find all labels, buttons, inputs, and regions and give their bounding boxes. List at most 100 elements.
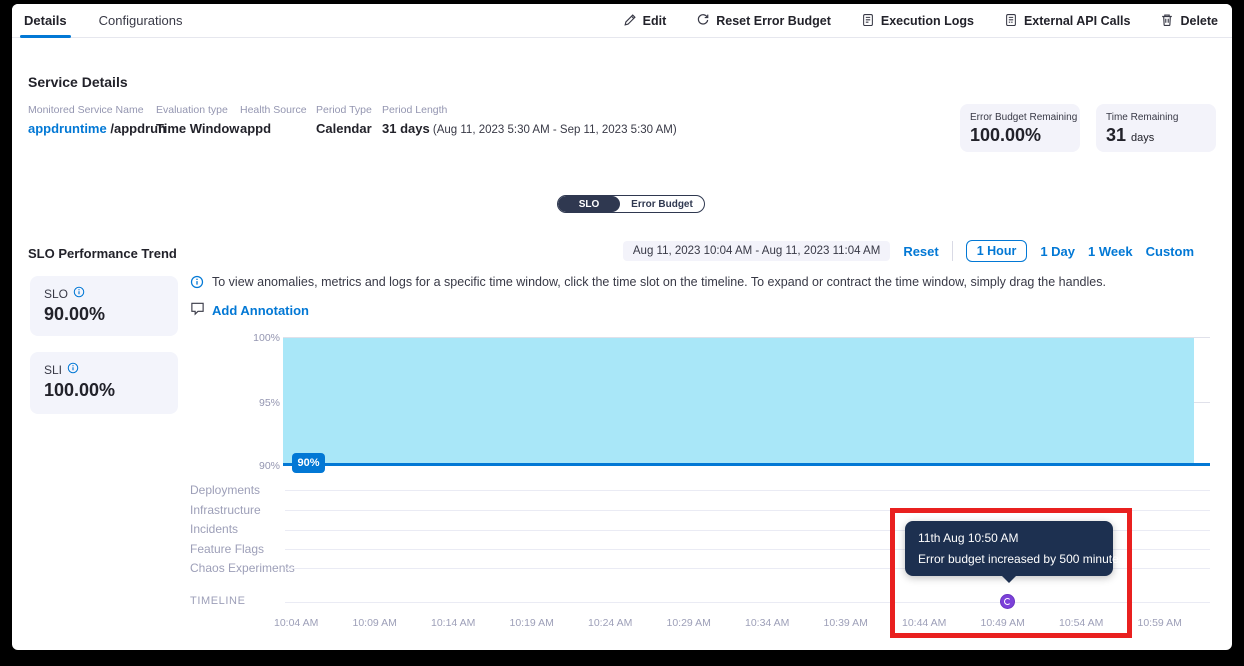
x-tick: 10:19 AM bbox=[510, 617, 554, 629]
card-label: Time Remaining bbox=[1106, 112, 1206, 123]
reset-error-budget-label: Reset Error Budget bbox=[716, 14, 831, 28]
field-value: appdruntime /appdrun bbox=[28, 121, 166, 136]
monitored-service-link[interactable]: appdruntime bbox=[28, 121, 107, 136]
slo-details-page: Details Configurations Edit Reset Error … bbox=[12, 4, 1232, 650]
sli-label: SLI bbox=[44, 363, 62, 377]
time-remaining-card: Time Remaining 31 days bbox=[1096, 104, 1216, 152]
period-length-dates: (Aug 11, 2023 5:30 AM - Sep 11, 2023 5:3… bbox=[430, 124, 677, 136]
divider bbox=[952, 241, 953, 261]
delete-button[interactable]: Delete bbox=[1160, 13, 1218, 30]
info-text: To view anomalies, metrics and logs for … bbox=[212, 275, 1106, 289]
field-label: Monitored Service Name bbox=[28, 104, 166, 116]
header-bar: Details Configurations Edit Reset Error … bbox=[12, 4, 1232, 38]
x-tick: 10:29 AM bbox=[667, 617, 711, 629]
track-label-deployments: Deployments bbox=[190, 483, 260, 497]
slo-performance-trend-title: SLO Performance Trend bbox=[28, 246, 177, 261]
edit-button[interactable]: Edit bbox=[623, 13, 667, 30]
execution-logs-label: Execution Logs bbox=[881, 14, 974, 28]
toggle-error-budget[interactable]: Error Budget bbox=[620, 196, 704, 212]
track-label-infrastructure: Infrastructure bbox=[190, 503, 261, 517]
delete-label: Delete bbox=[1180, 14, 1218, 28]
time-remaining-number: 31 bbox=[1106, 125, 1126, 145]
period-length-value: 31 days bbox=[382, 121, 430, 136]
timeline-line bbox=[285, 602, 1210, 603]
external-api-calls-button[interactable]: External API Calls bbox=[1004, 13, 1131, 30]
field-value: Time Window bbox=[156, 121, 239, 136]
service-details-title: Service Details bbox=[28, 74, 128, 90]
x-tick: 10:34 AM bbox=[745, 617, 789, 629]
field-value: 31 days (Aug 11, 2023 5:30 AM - Sep 11, … bbox=[382, 121, 677, 136]
x-tick: 10:59 AM bbox=[1138, 617, 1182, 629]
time-range-controls: Aug 11, 2023 10:04 AM - Aug 11, 2023 11:… bbox=[623, 240, 1194, 262]
annotation-tooltip: 11th Aug 10:50 AM Error budget increased… bbox=[905, 521, 1113, 576]
add-annotation-label: Add Annotation bbox=[212, 303, 309, 318]
edit-label: Edit bbox=[643, 14, 667, 28]
sli-area-chart[interactable] bbox=[283, 338, 1194, 466]
annotation-marker-icon[interactable] bbox=[1000, 594, 1015, 609]
reset-icon bbox=[696, 13, 710, 30]
reset-button[interactable]: Reset bbox=[903, 244, 938, 259]
slo-card: SLO 90.00% bbox=[30, 276, 178, 336]
field-value: appd bbox=[240, 121, 307, 136]
field-period-type: Period Type Calendar bbox=[316, 104, 372, 136]
y-tick-95: 95% bbox=[236, 397, 280, 409]
tab-bar: Details Configurations bbox=[22, 4, 184, 38]
field-evaluation-type: Evaluation type Time Window bbox=[156, 104, 239, 136]
reset-error-budget-button[interactable]: Reset Error Budget bbox=[696, 13, 831, 30]
slo-label-row: SLO bbox=[44, 286, 164, 301]
document-icon bbox=[861, 13, 875, 30]
x-tick: 10:39 AM bbox=[824, 617, 868, 629]
field-monitored-service-name: Monitored Service Name appdruntime /appd… bbox=[28, 104, 166, 136]
range-custom-button[interactable]: Custom bbox=[1146, 244, 1194, 259]
field-health-source: Health Source appd bbox=[240, 104, 307, 136]
card-value: 31 days bbox=[1106, 125, 1206, 146]
sli-label-row: SLI bbox=[44, 362, 164, 377]
range-1-week-button[interactable]: 1 Week bbox=[1088, 244, 1133, 259]
track-label-feature-flags: Feature Flags bbox=[190, 542, 264, 556]
field-label: Evaluation type bbox=[156, 104, 239, 116]
x-tick: 10:04 AM bbox=[274, 617, 318, 629]
card-label: Error Budget Remaining bbox=[970, 112, 1070, 123]
field-label: Health Source bbox=[240, 104, 307, 116]
x-tick: 10:24 AM bbox=[588, 617, 632, 629]
range-1-hour-button[interactable]: 1 Hour bbox=[966, 240, 1028, 262]
track-label-incidents: Incidents bbox=[190, 522, 238, 536]
sli-card: SLI 100.00% bbox=[30, 352, 178, 414]
track-line bbox=[285, 490, 1210, 491]
document-icon bbox=[1004, 13, 1018, 30]
info-icon bbox=[73, 286, 85, 301]
x-tick: 10:14 AM bbox=[431, 617, 475, 629]
slo-target-line bbox=[283, 463, 1210, 466]
x-tick: 10:49 AM bbox=[981, 617, 1025, 629]
info-icon bbox=[67, 362, 79, 377]
trash-icon bbox=[1160, 13, 1174, 30]
track-line bbox=[285, 510, 1210, 511]
pencil-icon bbox=[623, 13, 637, 30]
field-value: Calendar bbox=[316, 121, 372, 136]
tab-details[interactable]: Details bbox=[22, 4, 69, 38]
toggle-slo[interactable]: SLO bbox=[558, 196, 620, 212]
field-label: Period Length bbox=[382, 104, 677, 116]
error-budget-remaining-card: Error Budget Remaining 100.00% bbox=[960, 104, 1080, 152]
external-api-calls-label: External API Calls bbox=[1024, 14, 1131, 28]
view-toggle: SLO Error Budget bbox=[557, 195, 705, 213]
x-tick: 10:54 AM bbox=[1059, 617, 1103, 629]
execution-logs-button[interactable]: Execution Logs bbox=[861, 13, 974, 30]
card-value: 100.00% bbox=[970, 125, 1070, 146]
add-annotation-button[interactable]: Add Annotation bbox=[190, 301, 309, 319]
x-axis-labels: 10:04 AM 10:09 AM 10:14 AM 10:19 AM 10:2… bbox=[274, 617, 1182, 629]
slo-target-badge: 90% bbox=[292, 453, 325, 473]
tooltip-time: 11th Aug 10:50 AM bbox=[918, 531, 1100, 545]
track-label-chaos-experiments: Chaos Experiments bbox=[190, 561, 295, 575]
field-label: Period Type bbox=[316, 104, 372, 116]
info-icon bbox=[190, 275, 204, 292]
y-tick-100: 100% bbox=[236, 332, 280, 344]
sli-value: 100.00% bbox=[44, 380, 164, 401]
x-tick: 10:44 AM bbox=[902, 617, 946, 629]
tab-configurations[interactable]: Configurations bbox=[97, 4, 185, 38]
y-tick-90: 90% bbox=[236, 460, 280, 472]
timeline-info-banner: To view anomalies, metrics and logs for … bbox=[190, 275, 1106, 292]
field-period-length: Period Length 31 days (Aug 11, 2023 5:30… bbox=[382, 104, 677, 136]
range-1-day-button[interactable]: 1 Day bbox=[1040, 244, 1075, 259]
time-remaining-unit: days bbox=[1131, 132, 1154, 144]
